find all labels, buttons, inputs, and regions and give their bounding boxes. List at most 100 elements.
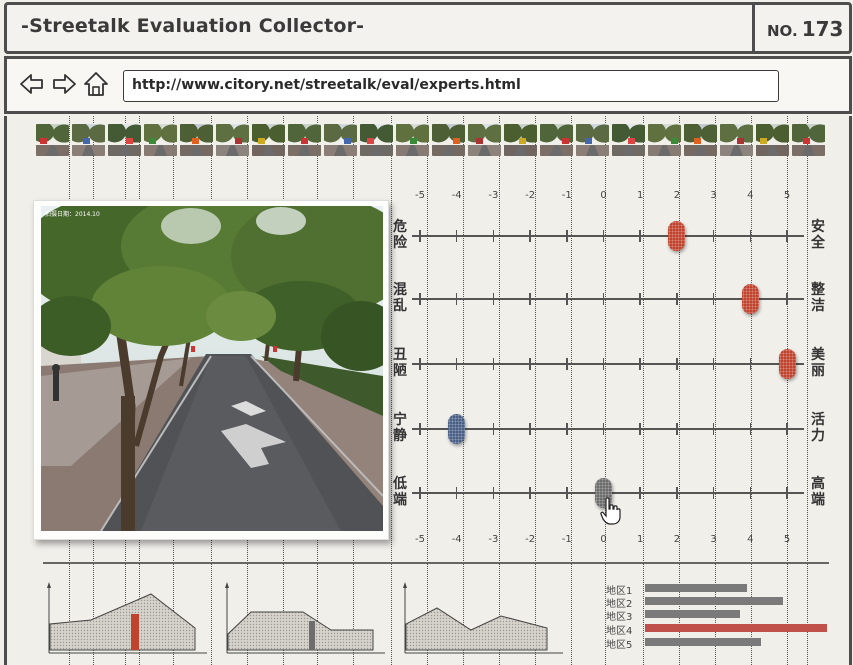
slider-track[interactable]	[412, 235, 804, 237]
street-thumbnail[interactable]	[468, 124, 501, 156]
back-arrow-icon[interactable]	[19, 71, 45, 97]
region-label: 地区3	[606, 612, 633, 623]
slider-tick	[529, 358, 531, 370]
street-thumbnail[interactable]	[792, 124, 825, 156]
hand-cursor-icon	[599, 497, 621, 525]
slider-right-label: 整洁	[811, 282, 825, 314]
main-panel: 拍摄日期：2014.10 -5 -4 -3 -2 -1 0 1 2 3 4 5 -5 -4 -3 -2 -1…	[4, 116, 852, 665]
slider-tick	[676, 423, 678, 435]
street-photo-frame: 拍摄日期：2014.10	[33, 200, 389, 540]
slider-knob[interactable]	[741, 284, 759, 314]
slider-tick	[455, 358, 458, 370]
scale-tick-label: 1	[637, 190, 644, 201]
slider-left-label: 宁静	[393, 412, 407, 444]
street-thumbnail[interactable]	[756, 124, 789, 156]
scale-tick-label: 5	[783, 190, 791, 201]
scale-tick-label: -1	[561, 534, 572, 545]
slider-tick	[749, 487, 752, 499]
slider-tick	[712, 230, 715, 242]
street-thumbnail[interactable]	[108, 124, 141, 156]
slider-tick	[786, 293, 788, 305]
slider-right-label: 美丽	[811, 347, 825, 379]
slider-tick	[712, 423, 715, 435]
scale-tick-label: -1	[561, 190, 572, 201]
scale-tick-label: -4	[451, 190, 462, 201]
region-bar	[645, 597, 784, 605]
scale-tick-label: -2	[525, 190, 536, 201]
slider-knob[interactable]	[668, 221, 686, 251]
street-thumbnail[interactable]	[720, 124, 753, 156]
slider-right-label: 高端	[811, 476, 825, 508]
slider-tick	[419, 423, 421, 435]
slider-right-label: 活力	[811, 412, 825, 444]
street-thumbnail[interactable]	[396, 124, 429, 156]
slider-track[interactable]	[412, 428, 804, 430]
street-thumbnail[interactable]	[540, 124, 573, 156]
street-thumbnail[interactable]	[648, 124, 681, 156]
street-thumbnail[interactable]	[180, 124, 213, 156]
street-thumbnail[interactable]	[72, 124, 105, 156]
slider-track[interactable]	[412, 363, 804, 365]
street-thumbnail[interactable]	[684, 124, 717, 156]
slider-right-label: 安全	[811, 219, 825, 251]
region-bar	[645, 638, 762, 646]
slider-tick	[602, 358, 605, 370]
street-thumbnail[interactable]	[252, 124, 285, 156]
slider-tick	[639, 487, 641, 499]
street-thumbnail[interactable]	[36, 124, 69, 156]
street-thumbnail[interactable]	[360, 124, 393, 156]
street-thumbnail[interactable]	[612, 124, 645, 156]
slider-tick	[492, 230, 495, 242]
scale-tick-label: -5	[415, 190, 425, 201]
mini-profile-chart-2	[225, 582, 385, 654]
slider-tick	[566, 358, 568, 370]
scale-tick-label: 5	[783, 534, 791, 545]
slider-tick	[566, 423, 568, 435]
street-thumbnail[interactable]	[576, 124, 609, 156]
scale-tick-label: 3	[710, 534, 717, 545]
forward-arrow-icon[interactable]	[51, 71, 77, 97]
street-thumbnail[interactable]	[288, 124, 321, 156]
slider-tick	[419, 230, 421, 242]
slider-tick	[492, 423, 495, 435]
home-icon[interactable]	[83, 71, 109, 97]
slider-tick	[492, 293, 495, 305]
slider-tick	[566, 293, 568, 305]
record-number-value: 173	[801, 17, 844, 41]
app-header: -Streetalk Evaluation Collector- NO. 173	[4, 2, 852, 54]
street-thumbnail[interactable]	[216, 124, 249, 156]
street-thumbnail[interactable]	[432, 124, 465, 156]
slider-tick	[602, 293, 605, 305]
slider-knob[interactable]	[778, 349, 796, 379]
slider-tick	[455, 487, 458, 499]
slider-tick	[749, 358, 752, 370]
slider-tick	[419, 293, 421, 305]
slider-tick	[712, 487, 715, 499]
slider-tick	[676, 293, 678, 305]
scale-tick-label: -4	[451, 534, 462, 545]
header-divider	[752, 5, 755, 51]
street-thumbnail[interactable]	[504, 124, 537, 156]
slider-tick	[602, 230, 605, 242]
slider-tick	[712, 293, 715, 305]
mini-profile-chart-1	[47, 582, 207, 654]
slider-tick	[566, 230, 568, 242]
street-thumbnail[interactable]	[324, 124, 357, 156]
slider-tick	[529, 423, 531, 435]
street-thumbnail[interactable]	[144, 124, 177, 156]
region-bar	[645, 610, 740, 618]
scale-tick-label: 4	[747, 534, 754, 545]
slider-tick	[566, 487, 568, 499]
mini-profile-chart-3	[403, 582, 563, 654]
slider-left-label: 低端	[393, 476, 407, 508]
section-divider	[43, 562, 829, 564]
scale-tick-label: -5	[415, 534, 425, 545]
url-input[interactable]: http://www.citory.net/streetalk/eval/exp…	[123, 70, 779, 102]
slider-knob[interactable]	[448, 414, 466, 444]
scale-tick-label: -3	[488, 190, 499, 201]
region-bar	[645, 624, 827, 632]
slider-tick	[749, 230, 752, 242]
region-label: 地区5	[606, 640, 633, 651]
record-number-label: NO.	[767, 22, 798, 40]
slider-tick	[639, 358, 641, 370]
